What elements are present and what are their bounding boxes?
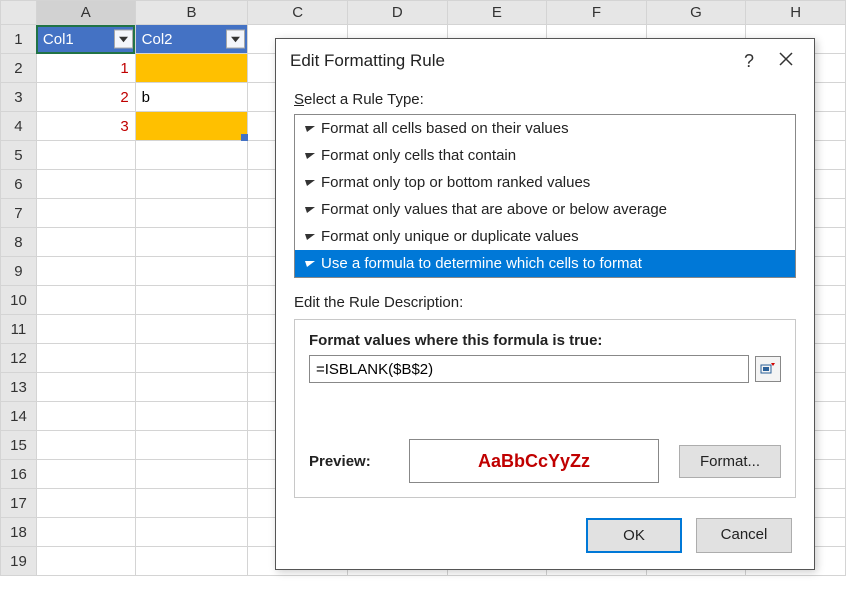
cell[interactable]: [36, 315, 135, 344]
table-header-label: Col2: [142, 31, 173, 48]
row-header-13[interactable]: 13: [1, 373, 37, 402]
rule-type-item[interactable]: Format all cells based on their values: [295, 115, 795, 142]
dialog-titlebar[interactable]: Edit Formatting Rule ?: [276, 39, 814, 83]
cell[interactable]: [36, 199, 135, 228]
row-header-2[interactable]: 2: [1, 54, 37, 83]
cell-A2[interactable]: 1: [36, 54, 135, 83]
help-button[interactable]: ?: [726, 51, 772, 72]
table-resize-handle[interactable]: [241, 134, 248, 141]
row-header-4[interactable]: 4: [1, 112, 37, 141]
cell[interactable]: [135, 373, 248, 402]
preview-label: Preview:: [309, 453, 389, 470]
col-header-H[interactable]: H: [746, 1, 846, 25]
cell[interactable]: [36, 344, 135, 373]
formula-input[interactable]: [309, 355, 749, 383]
formula-label: Format values where this formula is true…: [309, 332, 781, 349]
cell[interactable]: [135, 286, 248, 315]
row-header-14[interactable]: 14: [1, 402, 37, 431]
row-header-3[interactable]: 3: [1, 83, 37, 112]
row-header-15[interactable]: 15: [1, 431, 37, 460]
rule-type-item[interactable]: Format only cells that contain: [295, 142, 795, 169]
select-all-corner[interactable]: [1, 1, 37, 25]
cell-B4[interactable]: [135, 112, 248, 141]
rule-type-item[interactable]: Format only top or bottom ranked values: [295, 169, 795, 196]
cell[interactable]: [135, 199, 248, 228]
cell[interactable]: [36, 460, 135, 489]
rule-type-item-selected[interactable]: Use a formula to determine which cells t…: [295, 250, 795, 277]
cell-A4[interactable]: 3: [36, 112, 135, 141]
collapse-dialog-button[interactable]: [755, 356, 781, 382]
cell[interactable]: [135, 402, 248, 431]
cell[interactable]: [36, 402, 135, 431]
cell[interactable]: [135, 460, 248, 489]
col-header-E[interactable]: E: [447, 1, 547, 25]
dialog-title: Edit Formatting Rule: [290, 51, 445, 71]
cell[interactable]: [36, 431, 135, 460]
cell[interactable]: [36, 489, 135, 518]
row-header-19[interactable]: 19: [1, 547, 37, 576]
row-header-18[interactable]: 18: [1, 518, 37, 547]
cell-B2[interactable]: [135, 54, 248, 83]
row-header-16[interactable]: 16: [1, 460, 37, 489]
cell[interactable]: [135, 257, 248, 286]
cell[interactable]: [135, 170, 248, 199]
cell[interactable]: [135, 518, 248, 547]
cell[interactable]: [36, 518, 135, 547]
edit-rule-description-label: Edit the Rule Description:: [294, 294, 796, 311]
rule-description-box: Format values where this formula is true…: [294, 319, 796, 498]
cell[interactable]: [135, 315, 248, 344]
row-header-8[interactable]: 8: [1, 228, 37, 257]
rule-type-item[interactable]: Format only values that are above or bel…: [295, 196, 795, 223]
row-header-12[interactable]: 12: [1, 344, 37, 373]
rule-type-item[interactable]: Format only unique or duplicate values: [295, 223, 795, 250]
cell[interactable]: [36, 170, 135, 199]
filter-button-col2[interactable]: [226, 30, 245, 49]
table-header-label: Col1: [43, 31, 74, 48]
table-header-col1[interactable]: Col1: [36, 25, 135, 54]
cell[interactable]: [36, 141, 135, 170]
col-header-F[interactable]: F: [547, 1, 647, 25]
preview-box: AaBbCcYyZz: [409, 439, 659, 483]
cell[interactable]: [135, 141, 248, 170]
cell[interactable]: [135, 431, 248, 460]
cancel-button[interactable]: Cancel: [696, 518, 792, 553]
select-rule-type-label: Select a Rule Type:: [294, 91, 796, 108]
row-header-17[interactable]: 17: [1, 489, 37, 518]
col-header-G[interactable]: G: [646, 1, 746, 25]
cell[interactable]: [135, 228, 248, 257]
col-header-A[interactable]: A: [36, 1, 135, 25]
cell-B3[interactable]: b: [135, 83, 248, 112]
close-button[interactable]: [772, 51, 800, 72]
cell[interactable]: [36, 257, 135, 286]
filter-button-col1[interactable]: [114, 30, 133, 49]
cell[interactable]: [36, 228, 135, 257]
col-header-B[interactable]: B: [135, 1, 248, 25]
cell-A3[interactable]: 2: [36, 83, 135, 112]
format-button[interactable]: Format...: [679, 445, 781, 478]
table-header-col2[interactable]: Col2: [135, 25, 248, 54]
row-header-9[interactable]: 9: [1, 257, 37, 286]
row-header-1[interactable]: 1: [1, 25, 37, 54]
cell[interactable]: [36, 286, 135, 315]
cell[interactable]: [135, 489, 248, 518]
row-header-6[interactable]: 6: [1, 170, 37, 199]
row-header-11[interactable]: 11: [1, 315, 37, 344]
rule-type-list[interactable]: Format all cells based on their values F…: [294, 114, 796, 278]
col-header-D[interactable]: D: [347, 1, 447, 25]
edit-formatting-rule-dialog: Edit Formatting Rule ? Select a Rule Typ…: [275, 38, 815, 570]
cell[interactable]: [36, 547, 135, 576]
ok-button[interactable]: OK: [586, 518, 682, 553]
row-header-5[interactable]: 5: [1, 141, 37, 170]
cell[interactable]: [135, 344, 248, 373]
cell[interactable]: [135, 547, 248, 576]
row-header-10[interactable]: 10: [1, 286, 37, 315]
row-header-7[interactable]: 7: [1, 199, 37, 228]
cell[interactable]: [36, 373, 135, 402]
col-header-C[interactable]: C: [248, 1, 348, 25]
